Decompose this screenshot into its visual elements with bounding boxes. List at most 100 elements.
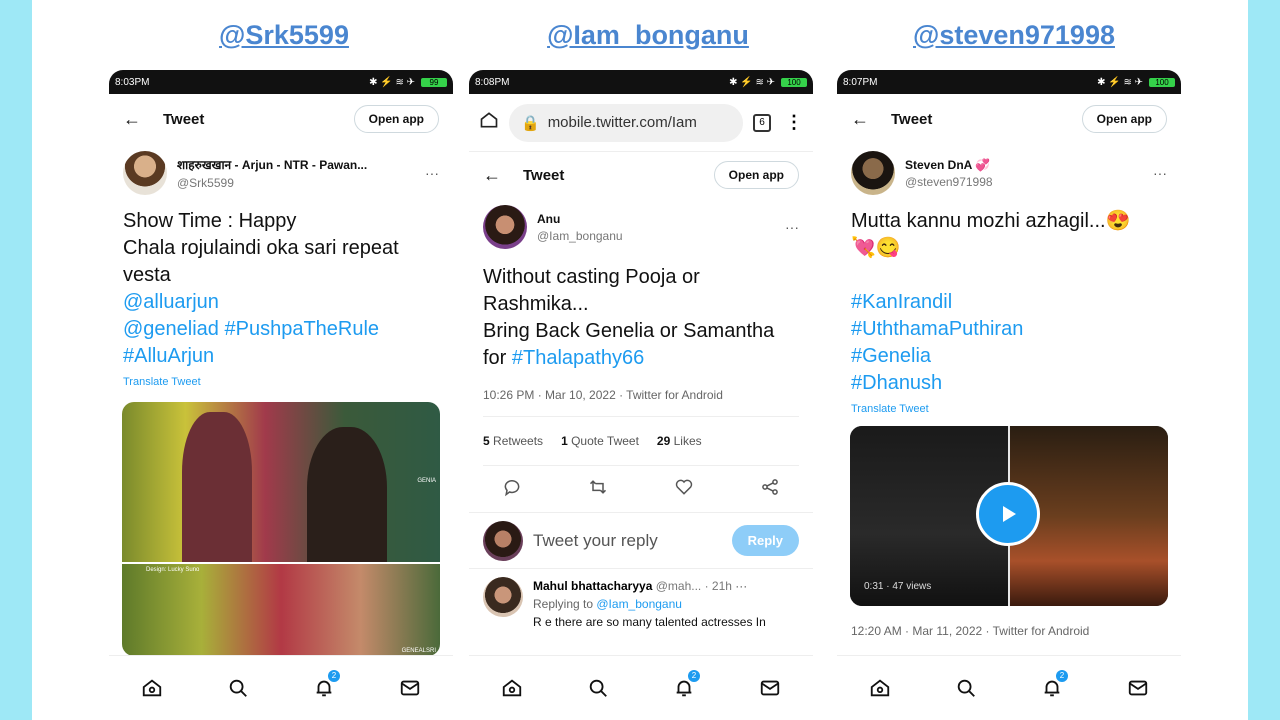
back-arrow-icon[interactable]: ← bbox=[851, 109, 891, 130]
search-icon[interactable] bbox=[952, 674, 980, 702]
mail-icon[interactable] bbox=[1124, 674, 1152, 702]
quote-count[interactable]: 1 Quote Tweet bbox=[561, 434, 639, 448]
signal-icon: ✱ ⚡ ≋ ✈ bbox=[369, 76, 415, 88]
author-name[interactable]: Anu bbox=[537, 212, 767, 226]
handle-title-1: @Srk5599 bbox=[219, 20, 349, 50]
more-options-icon[interactable]: ··· bbox=[785, 219, 799, 235]
tweet-timestamp: 10:26 PM · Mar 10, 2022 · Twitter for An… bbox=[483, 388, 723, 402]
reply-handle: @mah... · 21h bbox=[655, 579, 732, 593]
reply-item[interactable]: Mahul bhattacharyya @mah... · 21h ··· Re… bbox=[469, 569, 813, 639]
avatar[interactable] bbox=[123, 151, 167, 195]
author-name[interactable]: शाहरुखखान - Arjun - NTR - Pawan... bbox=[177, 156, 407, 173]
search-icon[interactable] bbox=[584, 674, 612, 702]
page-title: Tweet bbox=[523, 166, 565, 184]
tweet-timestamp: 12:20 AM · Mar 11, 2022 · Twitter for An… bbox=[851, 624, 1090, 638]
status-time: 8:08PM bbox=[475, 76, 510, 88]
back-arrow-icon[interactable]: ← bbox=[483, 165, 523, 186]
open-app-button[interactable]: Open app bbox=[713, 161, 799, 189]
image-panel-top bbox=[122, 402, 440, 562]
bell-icon[interactable]: 2 bbox=[670, 670, 700, 702]
hashtag-link[interactable]: #AlluArjun bbox=[123, 345, 214, 367]
bell-icon[interactable]: 2 bbox=[310, 670, 340, 702]
hashtag-link[interactable]: #Dhanush bbox=[851, 370, 1167, 397]
open-app-button[interactable]: Open app bbox=[353, 105, 439, 133]
play-icon[interactable] bbox=[976, 482, 1040, 546]
hashtag-link[interactable]: #Genelia bbox=[851, 343, 1167, 370]
translate-tweet-link[interactable]: Translate Tweet bbox=[837, 403, 1181, 415]
tweet-line: Show Time : Happy bbox=[123, 210, 297, 232]
more-options-icon[interactable]: ··· bbox=[1153, 165, 1167, 181]
reply-input[interactable]: Tweet your reply bbox=[533, 531, 658, 551]
page-title: Tweet bbox=[163, 110, 205, 128]
status-time: 8:07PM bbox=[843, 76, 878, 88]
phone-screen-1: 8:03PM ✱ ⚡ ≋ ✈ 99 ← Tweet Open app शाहरुख… bbox=[109, 70, 453, 720]
page-title: Tweet bbox=[891, 110, 933, 128]
comment-icon[interactable] bbox=[502, 477, 522, 502]
author-handle[interactable]: @Srk5599 bbox=[177, 176, 407, 190]
tweet-author: शाहरुखखान - Arjun - NTR - Pawan... @Srk5… bbox=[109, 144, 453, 202]
battery-icon: 99 bbox=[421, 77, 447, 87]
hashtag-link[interactable]: #UththamaPuthiran bbox=[851, 316, 1167, 343]
signal-icon: ✱ ⚡ ≋ ✈ bbox=[1097, 76, 1143, 88]
author-name[interactable]: Steven DnA 💞 bbox=[905, 158, 1135, 172]
tweet-header: ← Tweet Open app bbox=[469, 152, 813, 198]
retweet-icon[interactable] bbox=[588, 477, 608, 502]
open-app-button[interactable]: Open app bbox=[1081, 105, 1167, 133]
image-watermark: GENIA bbox=[417, 478, 436, 484]
hashtag-link[interactable]: #Thalapathy66 bbox=[512, 347, 644, 369]
bottom-nav: 2 bbox=[469, 655, 813, 720]
battery-icon: 100 bbox=[1149, 77, 1175, 87]
lock-icon: 🔒 bbox=[521, 114, 540, 132]
tweet-header: ← Tweet Open app bbox=[109, 94, 453, 144]
home-icon[interactable] bbox=[866, 674, 894, 702]
reply-button[interactable]: Reply bbox=[731, 525, 799, 556]
browser-menu-icon[interactable]: ⋮ bbox=[785, 112, 803, 133]
more-options-icon[interactable]: ··· bbox=[735, 579, 747, 593]
share-icon[interactable] bbox=[760, 477, 780, 502]
tweet-line: Mutta kannu mozhi azhagil...😍 bbox=[851, 210, 1131, 232]
author-handle[interactable]: @Iam_bonganu bbox=[537, 229, 767, 243]
home-icon[interactable] bbox=[498, 674, 526, 702]
heart-icon[interactable] bbox=[674, 477, 694, 502]
status-time: 8:03PM bbox=[115, 76, 150, 88]
tweet-video[interactable]: 0:31 · 47 views bbox=[850, 426, 1168, 606]
like-count[interactable]: 29 Likes bbox=[657, 434, 702, 448]
status-bar: 8:07PM ✱ ⚡ ≋ ✈ 100 bbox=[837, 70, 1181, 94]
mention-link[interactable]: @Iam_bonganu bbox=[596, 597, 682, 611]
retweet-count[interactable]: 5 Retweets bbox=[483, 434, 543, 448]
tweet-line: Chala rojulaindi oka sari repeat bbox=[123, 237, 399, 259]
image-watermark: GENEALSRI bbox=[401, 648, 436, 654]
avatar[interactable] bbox=[483, 205, 527, 249]
mention-link[interactable]: @geneliad bbox=[123, 318, 219, 340]
mail-icon[interactable] bbox=[396, 674, 424, 702]
tweet-author: Steven DnA 💞 @steven971998 ··· bbox=[837, 144, 1181, 202]
search-icon[interactable] bbox=[224, 674, 252, 702]
battery-icon: 100 bbox=[781, 77, 807, 87]
author-handle[interactable]: @steven971998 bbox=[905, 175, 1135, 189]
bell-icon[interactable]: 2 bbox=[1038, 670, 1068, 702]
url-bar[interactable]: 🔒 mobile.twitter.com/Iam bbox=[509, 103, 743, 142]
tweet-line: vesta bbox=[123, 264, 171, 286]
phone-screen-2: 8:08PM ✱ ⚡ ≋ ✈ 100 🔒 mobile.twitter.com/I… bbox=[469, 70, 813, 720]
hashtag-link[interactable]: #KanIrandil bbox=[851, 289, 1167, 316]
avatar[interactable] bbox=[483, 577, 523, 617]
more-options-icon[interactable]: ··· bbox=[425, 165, 439, 181]
bottom-nav: 2 bbox=[109, 655, 453, 720]
tweet-line: Without casting Pooja or bbox=[483, 266, 700, 288]
browser-home-icon[interactable] bbox=[479, 110, 499, 135]
home-icon[interactable] bbox=[138, 674, 166, 702]
back-arrow-icon[interactable]: ← bbox=[123, 109, 163, 130]
hashtag-link[interactable]: #PushpaTheRule bbox=[225, 318, 380, 340]
reply-composer: Tweet your reply Reply bbox=[469, 513, 813, 569]
mention-link[interactable]: @alluarjun bbox=[123, 291, 219, 313]
replying-to-label: Replying to bbox=[533, 597, 597, 611]
avatar[interactable] bbox=[851, 151, 895, 195]
tweet-image[interactable]: GENIA Design: Lucky Suno GENEALSRI bbox=[122, 402, 440, 656]
mail-icon[interactable] bbox=[756, 674, 784, 702]
tab-count-button[interactable]: 6 bbox=[753, 113, 771, 132]
video-info: 0:31 · 47 views bbox=[864, 581, 932, 592]
notification-badge: 2 bbox=[688, 670, 700, 682]
translate-tweet-link[interactable]: Translate Tweet bbox=[109, 376, 453, 388]
reply-author[interactable]: Mahul bhattacharyya bbox=[533, 579, 652, 593]
tweet-line: 💘😋 bbox=[851, 237, 901, 259]
